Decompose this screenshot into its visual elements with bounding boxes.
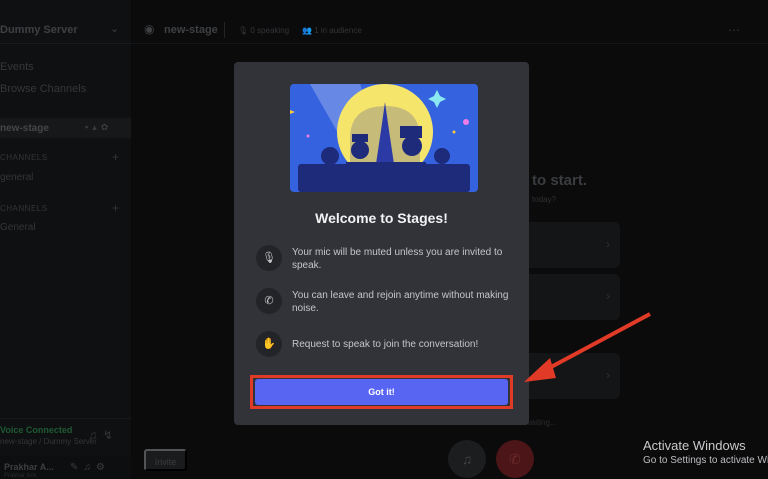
activate-windows-title: Activate Windows	[643, 438, 746, 453]
sidebar-item-general[interactable]: general	[0, 172, 33, 183]
category-text-channels[interactable]: CHANNELS	[0, 153, 48, 162]
voice-status: Voice Connected	[0, 425, 73, 435]
invite-button[interactable]: Invite	[144, 449, 187, 471]
user-tag: Prakhar Ack	[4, 473, 37, 479]
feature-text: You can leave and rejoin anytime without…	[292, 290, 509, 314]
annotation-arrow-icon	[524, 312, 651, 382]
add-channel-icon[interactable]: +	[112, 201, 119, 215]
leave-call-icon: ✆	[256, 288, 282, 314]
muted-mic-icon: 🎙	[256, 245, 282, 271]
feature-text: Request to speak to join the conversatio…	[292, 339, 479, 350]
stage-empty-subtitle: today?	[532, 195, 557, 204]
stage-option-card[interactable]: ›	[520, 222, 620, 268]
chevron-right-icon: ›	[606, 237, 610, 251]
chevron-down-icon[interactable]: ⌄	[110, 22, 119, 35]
discord-app: Dummy Server ⌄ Events Browse Channels ne…	[0, 0, 768, 479]
divider	[224, 22, 225, 38]
add-channel-icon[interactable]: +	[112, 150, 119, 164]
top-bar	[131, 0, 768, 44]
got-it-button[interactable]: Got it!	[255, 379, 508, 405]
leave-call-icon[interactable]: ✆	[496, 440, 534, 478]
channel-actions-icons[interactable]: ▪▴✿	[85, 122, 112, 133]
voice-location[interactable]: new-stage / Dummy Server	[0, 437, 97, 446]
modal-title: Welcome to Stages!	[315, 210, 448, 226]
music-icon[interactable]: ♫	[448, 440, 486, 478]
audience-count-label: 1 in audience	[314, 26, 362, 35]
speaking-count-label: 0 speaking	[250, 26, 290, 35]
sidebar-item-label[interactable]: new-stage	[0, 123, 49, 134]
speaking-count: 🎙 0 speaking	[238, 26, 290, 35]
stage-illustration	[290, 84, 478, 192]
sidebar-item-general-voice[interactable]: General	[0, 222, 36, 233]
stage-icon: ◉	[144, 22, 155, 36]
raise-hand-icon: ✋	[256, 331, 282, 357]
activate-windows-subtitle: Go to Settings to activate Windows.	[643, 455, 768, 466]
sidebar-item-events[interactable]: Events	[0, 61, 34, 73]
user-controls-icons[interactable]: ✎♫⚙	[70, 462, 110, 473]
channel-title: new-stage	[164, 24, 218, 36]
audience-count: 👥 1 in audience	[302, 26, 362, 35]
waiting-text: waiting...	[525, 418, 557, 427]
username[interactable]: Prakhar A...	[4, 462, 54, 472]
feature-text: Your mic will be muted unless you are in…	[292, 247, 503, 271]
category-voice-channels[interactable]: CHANNELS	[0, 204, 48, 213]
server-name[interactable]: Dummy Server	[0, 24, 78, 36]
voice-controls-icons[interactable]: ♫↯	[88, 428, 119, 442]
sidebar-item-browse-channels[interactable]: Browse Channels	[0, 83, 86, 95]
stage-empty-title: to start.	[532, 172, 588, 189]
more-options-icon[interactable]: ⋯	[728, 23, 746, 37]
